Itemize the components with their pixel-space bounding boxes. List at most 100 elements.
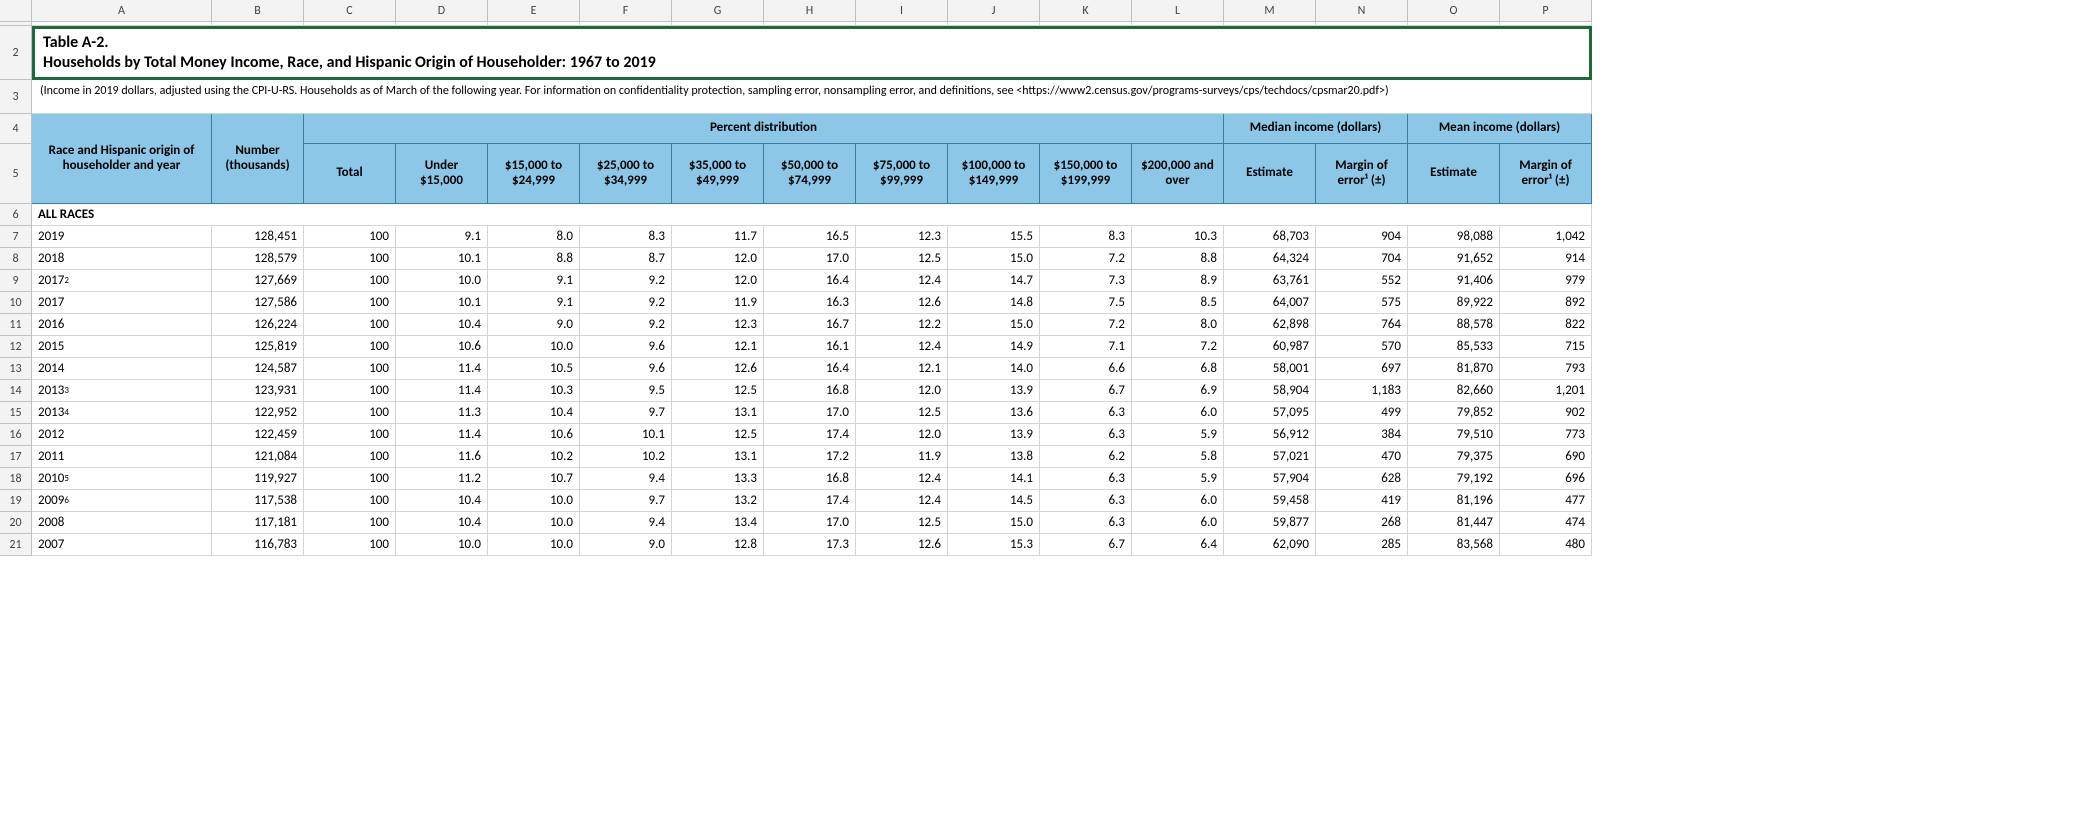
data-cell[interactable]: 764: [1316, 314, 1408, 336]
data-cell[interactable]: 10.5: [488, 358, 580, 380]
data-cell[interactable]: 100: [304, 226, 396, 248]
data-cell[interactable]: 11.4: [396, 424, 488, 446]
data-cell[interactable]: 8.8: [1132, 248, 1224, 270]
data-cell[interactable]: 17.2: [764, 446, 856, 468]
data-cell[interactable]: 10.6: [488, 424, 580, 446]
data-cell[interactable]: 1,042: [1500, 226, 1592, 248]
data-cell[interactable]: 9.0: [488, 314, 580, 336]
data-cell[interactable]: 9.5: [580, 380, 672, 402]
data-cell[interactable]: 100: [304, 380, 396, 402]
data-cell[interactable]: 10.1: [396, 292, 488, 314]
row-header-12[interactable]: 12: [0, 336, 32, 358]
data-cell[interactable]: 100: [304, 336, 396, 358]
data-cell[interactable]: 10.0: [488, 490, 580, 512]
data-cell[interactable]: 13.8: [948, 446, 1040, 468]
data-cell[interactable]: 9.1: [396, 226, 488, 248]
data-cell[interactable]: 268: [1316, 512, 1408, 534]
data-cell[interactable]: 13.4: [672, 512, 764, 534]
data-cell[interactable]: 89,922: [1408, 292, 1500, 314]
data-cell[interactable]: 8.7: [580, 248, 672, 270]
data-cell[interactable]: 16.8: [764, 380, 856, 402]
data-cell[interactable]: 8.8: [488, 248, 580, 270]
data-cell[interactable]: 7.2: [1132, 336, 1224, 358]
data-cell[interactable]: 100: [304, 490, 396, 512]
data-cell[interactable]: 100: [304, 468, 396, 490]
data-cell[interactable]: 17.4: [764, 424, 856, 446]
data-cell[interactable]: 100: [304, 446, 396, 468]
year-cell[interactable]: 2007: [32, 534, 212, 556]
data-cell[interactable]: 6.0: [1132, 512, 1224, 534]
row-header-19[interactable]: 19: [0, 490, 32, 512]
data-cell[interactable]: 12.5: [856, 402, 948, 424]
data-cell[interactable]: 13.2: [672, 490, 764, 512]
data-cell[interactable]: 9.7: [580, 490, 672, 512]
col-header-H[interactable]: H: [764, 0, 856, 22]
data-cell[interactable]: 91,652: [1408, 248, 1500, 270]
data-cell[interactable]: 13.9: [948, 380, 1040, 402]
data-cell[interactable]: 575: [1316, 292, 1408, 314]
data-cell[interactable]: 12.4: [856, 490, 948, 512]
data-cell[interactable]: 119,927: [212, 468, 304, 490]
data-cell[interactable]: 13.1: [672, 446, 764, 468]
data-cell[interactable]: 690: [1500, 446, 1592, 468]
data-cell[interactable]: 10.0: [488, 336, 580, 358]
data-cell[interactable]: 12.6: [856, 292, 948, 314]
col-header-A[interactable]: A: [32, 0, 212, 22]
data-cell[interactable]: 1,183: [1316, 380, 1408, 402]
data-cell[interactable]: 6.3: [1040, 468, 1132, 490]
data-cell[interactable]: 15.5: [948, 226, 1040, 248]
data-cell[interactable]: 12.4: [856, 270, 948, 292]
row-header-7[interactable]: 7: [0, 226, 32, 248]
data-cell[interactable]: 12.1: [856, 358, 948, 380]
data-cell[interactable]: 6.0: [1132, 490, 1224, 512]
data-cell[interactable]: 82,660: [1408, 380, 1500, 402]
year-cell[interactable]: 2008: [32, 512, 212, 534]
row-header-8[interactable]: 8: [0, 248, 32, 270]
data-cell[interactable]: 9.7: [580, 402, 672, 424]
data-cell[interactable]: 552: [1316, 270, 1408, 292]
data-cell[interactable]: 121,084: [212, 446, 304, 468]
row-header-15[interactable]: 15: [0, 402, 32, 424]
data-cell[interactable]: 384: [1316, 424, 1408, 446]
data-cell[interactable]: 10.0: [488, 512, 580, 534]
data-cell[interactable]: 64,324: [1224, 248, 1316, 270]
data-cell[interactable]: 419: [1316, 490, 1408, 512]
data-cell[interactable]: 6.3: [1040, 512, 1132, 534]
data-cell[interactable]: 7.1: [1040, 336, 1132, 358]
data-cell[interactable]: 57,904: [1224, 468, 1316, 490]
data-cell[interactable]: 11.9: [856, 446, 948, 468]
data-cell[interactable]: 13.9: [948, 424, 1040, 446]
data-cell[interactable]: 57,021: [1224, 446, 1316, 468]
year-cell[interactable]: 2019: [32, 226, 212, 248]
data-cell[interactable]: 12.1: [672, 336, 764, 358]
data-cell[interactable]: 10.3: [488, 380, 580, 402]
data-cell[interactable]: 64,007: [1224, 292, 1316, 314]
data-cell[interactable]: 8.3: [1040, 226, 1132, 248]
data-cell[interactable]: 13.1: [672, 402, 764, 424]
data-cell[interactable]: 13.6: [948, 402, 1040, 424]
data-cell[interactable]: 12.0: [672, 270, 764, 292]
row-header-18[interactable]: 18: [0, 468, 32, 490]
data-cell[interactable]: 79,192: [1408, 468, 1500, 490]
data-cell[interactable]: 6.7: [1040, 534, 1132, 556]
data-cell[interactable]: 11.7: [672, 226, 764, 248]
data-cell[interactable]: 17.0: [764, 402, 856, 424]
data-cell[interactable]: 14.5: [948, 490, 1040, 512]
data-cell[interactable]: 14.0: [948, 358, 1040, 380]
data-cell[interactable]: 8.3: [580, 226, 672, 248]
data-cell[interactable]: 11.3: [396, 402, 488, 424]
data-cell[interactable]: 12.6: [856, 534, 948, 556]
data-cell[interactable]: 116,783: [212, 534, 304, 556]
data-cell[interactable]: 6.6: [1040, 358, 1132, 380]
year-cell[interactable]: 2017 2: [32, 270, 212, 292]
data-cell[interactable]: 117,538: [212, 490, 304, 512]
data-cell[interactable]: 7.5: [1040, 292, 1132, 314]
data-cell[interactable]: 12.4: [856, 336, 948, 358]
data-cell[interactable]: 117,181: [212, 512, 304, 534]
data-cell[interactable]: 5.9: [1132, 424, 1224, 446]
data-cell[interactable]: 12.3: [672, 314, 764, 336]
data-cell[interactable]: 12.5: [856, 512, 948, 534]
col-header-L[interactable]: L: [1132, 0, 1224, 22]
data-cell[interactable]: 17.0: [764, 512, 856, 534]
data-cell[interactable]: 10.4: [396, 512, 488, 534]
